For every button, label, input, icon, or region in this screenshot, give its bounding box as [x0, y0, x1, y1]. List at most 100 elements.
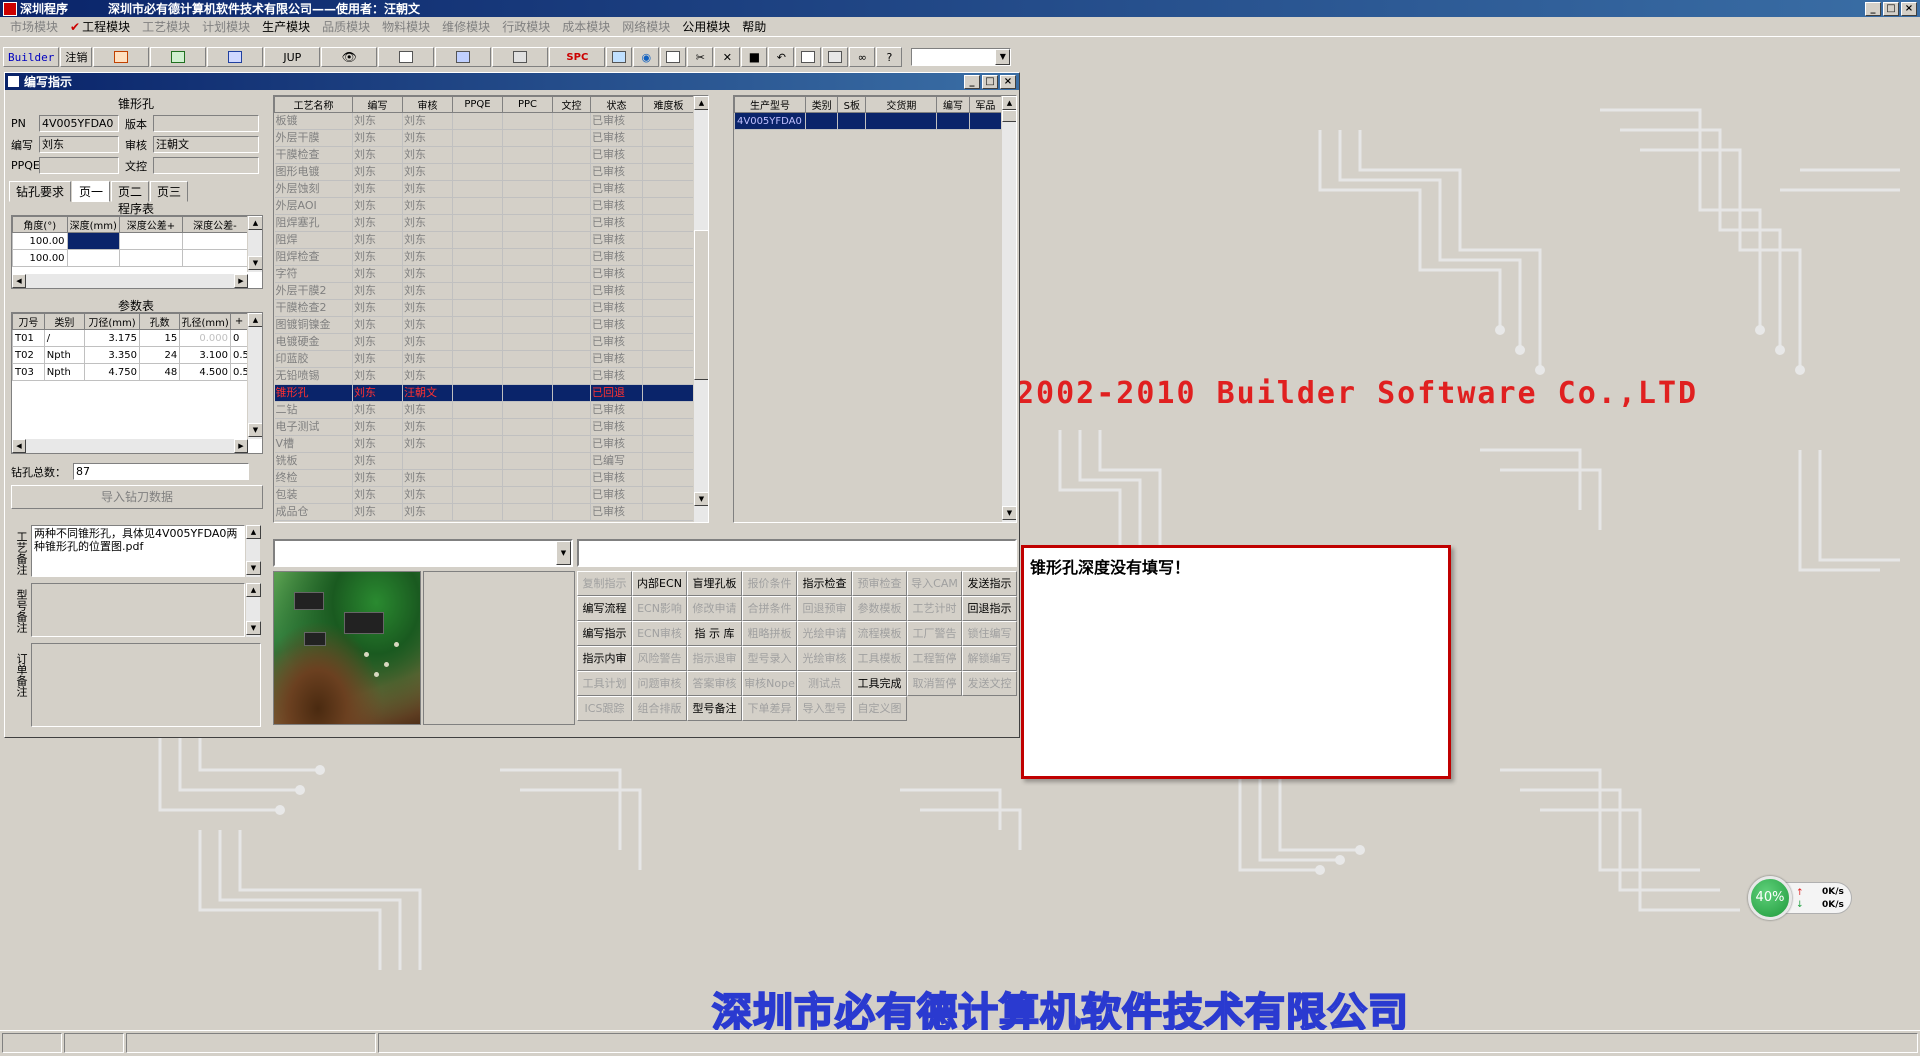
tab-page-1[interactable]: 页一	[72, 181, 111, 202]
param-cell[interactable]: /	[43, 329, 85, 347]
scroll-up-icon[interactable]: ▲	[1002, 96, 1016, 110]
process-cell[interactable]	[502, 435, 553, 453]
process-cell[interactable]: 铣板	[274, 452, 353, 470]
process-cell[interactable]: 刘东	[402, 350, 453, 368]
undo-button[interactable]: ↶	[768, 47, 795, 67]
program-cell[interactable]	[181, 249, 249, 267]
program-column-header[interactable]: 深度公差-	[181, 216, 249, 233]
action-button-23[interactable]: 锁住编写	[962, 621, 1017, 646]
process-cell[interactable]: 刘东	[402, 231, 453, 249]
process-cell[interactable]	[502, 367, 553, 385]
process-cell[interactable]	[552, 486, 591, 504]
process-cell[interactable]	[502, 180, 553, 198]
child-close-button[interactable]: ×	[1000, 74, 1016, 89]
process-row[interactable]: 印蓝胶 刘东 刘东 已审核	[274, 350, 695, 368]
param-column-header[interactable]: 刀号	[12, 313, 45, 330]
process-cell[interactable]	[552, 350, 591, 368]
process-cell[interactable]	[452, 452, 503, 470]
process-column-header[interactable]: 难度板	[642, 96, 695, 113]
table-row[interactable]: T02 Npth 3.350 24 3.100 0.5	[12, 346, 248, 364]
process-cell[interactable]: 已编写	[590, 452, 643, 470]
program-cell[interactable]: 100.00	[12, 249, 68, 267]
order-note-field[interactable]	[31, 643, 261, 727]
network-button[interactable]	[435, 47, 492, 67]
action-button-24[interactable]: 指示内审	[577, 646, 632, 671]
process-cell[interactable]: 字符	[274, 265, 353, 283]
doc-control-field[interactable]	[153, 157, 259, 174]
menu-item-1[interactable]: ✔ 工程模块	[64, 18, 136, 35]
action-button-22[interactable]: 工厂警告	[907, 621, 962, 646]
process-cell[interactable]: 成品仓	[274, 503, 353, 521]
process-cell[interactable]: 汪朝文	[402, 384, 453, 402]
process-cell[interactable]	[452, 333, 503, 351]
tab-page-2[interactable]: 页二	[111, 181, 150, 202]
process-cell[interactable]	[502, 265, 553, 283]
process-cell[interactable]: 刘东	[352, 197, 403, 215]
action-button-8[interactable]: 编写流程	[577, 596, 632, 621]
process-cell[interactable]: 电镀硬金	[274, 333, 353, 351]
process-row[interactable]: 图形电镀 刘东 刘东 已审核	[274, 163, 695, 181]
print-button[interactable]	[492, 47, 549, 67]
param-column-header[interactable]: 类别	[43, 313, 85, 330]
process-cell[interactable]	[502, 350, 553, 368]
process-row[interactable]: 图镀铜镍金 刘东 刘东 已审核	[274, 316, 695, 334]
menu-item-2[interactable]: 工艺模块	[136, 18, 196, 35]
process-cell[interactable]: 刘东	[352, 435, 403, 453]
scroll-right-icon[interactable]: ▶	[234, 274, 248, 288]
menu-item-10[interactable]: 网络模块	[616, 18, 676, 35]
scroll-left-icon[interactable]: ◀	[12, 439, 26, 453]
action-button-35[interactable]: 审核Nope	[742, 671, 797, 696]
process-cell[interactable]	[502, 214, 553, 232]
search-field[interactable]	[577, 539, 1017, 567]
process-cell[interactable]: 已审核	[590, 129, 643, 147]
new-button[interactable]	[660, 47, 687, 67]
process-cell[interactable]	[452, 265, 503, 283]
process-row[interactable]: 终检 刘东 刘东 已审核	[274, 469, 695, 487]
model-cell[interactable]	[936, 112, 970, 130]
scroll-thumb[interactable]	[694, 230, 708, 380]
action-button-17[interactable]: ECN审核	[632, 621, 687, 646]
process-row[interactable]: 电子测试 刘东 刘东 已审核	[274, 418, 695, 436]
process-cell[interactable]	[452, 282, 503, 300]
minimize-button[interactable]: _	[1865, 1, 1881, 16]
note2-vscroll[interactable]: ▲ ▼	[245, 583, 261, 637]
process-cell[interactable]: 刘东	[352, 265, 403, 283]
process-cell[interactable]: 刘东	[402, 367, 453, 385]
process-cell[interactable]	[452, 163, 503, 181]
process-row[interactable]: 板镀 刘东 刘东 已审核	[274, 112, 695, 130]
process-cell[interactable]: 刘东	[352, 384, 403, 402]
process-cell[interactable]: 阻焊检查	[274, 248, 353, 266]
model-note-field[interactable]	[31, 583, 245, 637]
process-cell[interactable]	[452, 112, 503, 130]
help-button[interactable]: ?	[876, 47, 903, 67]
tab-page-3[interactable]: 页三	[150, 181, 189, 202]
author-field[interactable]: 刘东	[39, 136, 119, 153]
process-cell[interactable]	[452, 384, 503, 402]
process-row[interactable]: 字符 刘东 刘东 已审核	[274, 265, 695, 283]
action-button-1[interactable]: 内部ECN	[632, 571, 687, 596]
tab-drill-req[interactable]: 钻孔要求	[9, 181, 72, 202]
action-button-41[interactable]: 组合排版	[632, 696, 687, 721]
process-cell[interactable]: 已审核	[590, 401, 643, 419]
action-button-31[interactable]: 解锁编写	[962, 646, 1017, 671]
param-cell[interactable]: 3.175	[83, 329, 141, 347]
program-hscroll[interactable]: ◀ ▶	[12, 274, 248, 288]
param-vscroll[interactable]: ▲ ▼	[247, 313, 262, 439]
process-cell[interactable]: 刘东	[402, 299, 453, 317]
process-cell[interactable]	[452, 180, 503, 198]
table-row[interactable]: 100.00	[12, 232, 249, 250]
process-cell[interactable]: 电子测试	[274, 418, 353, 436]
process-cell[interactable]: 刘东	[402, 163, 453, 181]
menu-item-3[interactable]: 计划模块	[196, 18, 256, 35]
process-combo[interactable]: ▼	[273, 539, 573, 567]
process-row[interactable]: 成品仓 刘东 刘东 已审核	[274, 503, 695, 521]
action-button-45[interactable]: 自定义图	[852, 696, 907, 721]
network-meter[interactable]: 40% ↑ 0K/s ↓ 0K/s	[1748, 876, 1856, 920]
process-cell[interactable]	[642, 503, 695, 521]
action-button-2[interactable]: 盲埋孔板	[687, 571, 742, 596]
process-cell[interactable]	[642, 180, 695, 198]
process-cell[interactable]	[642, 486, 695, 504]
note1-vscroll[interactable]: ▲ ▼	[245, 525, 261, 577]
chevron-down-icon[interactable]: ▼	[995, 49, 1011, 65]
action-button-43[interactable]: 下单差异	[742, 696, 797, 721]
